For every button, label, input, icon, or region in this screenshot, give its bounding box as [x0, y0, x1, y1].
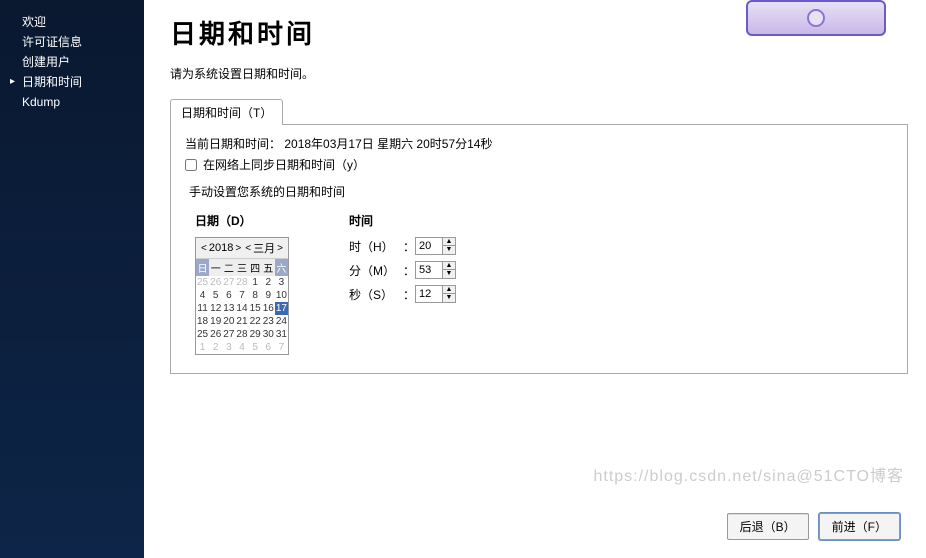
cal-next-month-icon[interactable]: >	[275, 243, 285, 254]
minute-input[interactable]	[416, 262, 442, 278]
cal-day[interactable]: 1	[249, 276, 262, 289]
cal-dow: 五	[262, 259, 275, 276]
cal-dow: 二	[222, 259, 235, 276]
main-content: 日期和时间 请为系统设置日期和时间。 日期和时间（T） 当前日期和时间： 201…	[144, 0, 926, 558]
cal-day[interactable]: 22	[249, 315, 262, 328]
cal-day[interactable]: 30	[262, 328, 275, 341]
cal-dow: 六	[275, 259, 288, 276]
cal-day[interactable]: 12	[209, 302, 222, 315]
cal-day[interactable]: 25	[196, 276, 209, 289]
cal-day[interactable]: 23	[262, 315, 275, 328]
cal-day[interactable]: 16	[262, 302, 275, 315]
cal-day[interactable]: 5	[209, 289, 222, 302]
manual-set-label: 手动设置您系统的日期和时间	[189, 183, 893, 200]
minute-up-icon[interactable]: ▲	[443, 262, 455, 270]
cal-day[interactable]: 11	[196, 302, 209, 315]
sidebar-item-kdump[interactable]: Kdump	[0, 92, 144, 112]
minute-spinner[interactable]: ▲▼	[415, 261, 456, 279]
instruction-text: 请为系统设置日期和时间。	[170, 65, 908, 82]
minute-label: 分（M）	[349, 262, 397, 279]
cal-day[interactable]: 18	[196, 315, 209, 328]
cal-dow: 四	[249, 259, 262, 276]
cal-day[interactable]: 6	[262, 341, 275, 354]
cal-dow: 一	[209, 259, 222, 276]
cal-day[interactable]: 26	[209, 276, 222, 289]
current-dt-value: 2018年03月17日 星期六 20时57分14秒	[284, 137, 492, 151]
cal-dow: 日	[196, 259, 209, 276]
cal-day[interactable]: 29	[249, 328, 262, 341]
sidebar-item-datetime[interactable]: 日期和时间	[0, 72, 144, 92]
cal-day[interactable]: 9	[262, 289, 275, 302]
cal-day[interactable]: 5	[249, 341, 262, 354]
second-input[interactable]	[416, 286, 442, 302]
forward-button[interactable]: 前进（F）	[819, 513, 900, 540]
cal-prev-year-icon[interactable]: <	[199, 243, 209, 254]
datetime-panel: 当前日期和时间： 2018年03月17日 星期六 20时57分14秒 在网络上同…	[170, 124, 908, 374]
back-button[interactable]: 后退（B）	[727, 513, 809, 540]
cal-day[interactable]: 7	[235, 289, 248, 302]
cal-day[interactable]: 8	[249, 289, 262, 302]
gear-icon	[807, 9, 825, 27]
cal-day[interactable]: 25	[196, 328, 209, 341]
second-spinner[interactable]: ▲▼	[415, 285, 456, 303]
cal-day[interactable]: 17	[275, 302, 288, 315]
sidebar-item-license[interactable]: 许可证信息	[0, 32, 144, 52]
cal-day[interactable]: 24	[275, 315, 288, 328]
cal-year[interactable]: 2018	[209, 242, 233, 254]
cal-prev-month-icon[interactable]: <	[243, 243, 253, 254]
calendar: < 2018 > < 三月 > 日一二三四五六 2526272812345678…	[195, 237, 289, 355]
hour-label: 时（H）	[349, 238, 397, 255]
date-column-title: 日期（D）	[195, 212, 289, 229]
current-datetime: 当前日期和时间： 2018年03月17日 星期六 20时57分14秒	[185, 135, 893, 152]
cal-day[interactable]: 10	[275, 289, 288, 302]
cal-day[interactable]: 26	[209, 328, 222, 341]
cal-day[interactable]: 3	[275, 276, 288, 289]
sync-network-label: 在网络上同步日期和时间（y）	[203, 156, 365, 173]
cal-month[interactable]: 三月	[253, 240, 275, 256]
cal-dow: 三	[235, 259, 248, 276]
cal-day[interactable]: 6	[222, 289, 235, 302]
current-dt-label: 当前日期和时间：	[185, 137, 281, 151]
decorative-banner	[746, 0, 886, 36]
cal-day[interactable]: 28	[235, 276, 248, 289]
cal-day[interactable]: 3	[222, 341, 235, 354]
sidebar-item-welcome[interactable]: 欢迎	[0, 12, 144, 32]
watermark: https://blog.csdn.net/sina@51CTO博客	[593, 462, 904, 486]
cal-day[interactable]: 4	[196, 289, 209, 302]
cal-day[interactable]: 19	[209, 315, 222, 328]
cal-day[interactable]: 2	[209, 341, 222, 354]
cal-day[interactable]: 15	[249, 302, 262, 315]
cal-day[interactable]: 28	[235, 328, 248, 341]
second-down-icon[interactable]: ▼	[443, 294, 455, 302]
sync-network-checkbox[interactable]	[185, 159, 197, 171]
cal-next-year-icon[interactable]: >	[233, 243, 243, 254]
sidebar: 欢迎 许可证信息 创建用户 日期和时间 Kdump	[0, 0, 144, 558]
cal-day[interactable]: 27	[222, 328, 235, 341]
hour-spinner[interactable]: ▲▼	[415, 237, 456, 255]
cal-day[interactable]: 20	[222, 315, 235, 328]
second-up-icon[interactable]: ▲	[443, 286, 455, 294]
sidebar-item-create-user[interactable]: 创建用户	[0, 52, 144, 72]
second-label: 秒（S）	[349, 286, 397, 303]
cal-day[interactable]: 27	[222, 276, 235, 289]
cal-day[interactable]: 7	[275, 341, 288, 354]
hour-up-icon[interactable]: ▲	[443, 238, 455, 246]
time-column-title: 时间	[349, 212, 456, 229]
colon: ：	[403, 238, 409, 255]
minute-down-icon[interactable]: ▼	[443, 270, 455, 278]
cal-day[interactable]: 31	[275, 328, 288, 341]
hour-down-icon[interactable]: ▼	[443, 246, 455, 254]
cal-day[interactable]: 21	[235, 315, 248, 328]
cal-day[interactable]: 2	[262, 276, 275, 289]
cal-day[interactable]: 1	[196, 341, 209, 354]
cal-day[interactable]: 4	[235, 341, 248, 354]
tab-datetime[interactable]: 日期和时间（T）	[170, 99, 283, 125]
colon: ：	[403, 262, 409, 279]
cal-day[interactable]: 13	[222, 302, 235, 315]
hour-input[interactable]	[416, 238, 442, 254]
cal-day[interactable]: 14	[235, 302, 248, 315]
colon: ：	[403, 286, 409, 303]
